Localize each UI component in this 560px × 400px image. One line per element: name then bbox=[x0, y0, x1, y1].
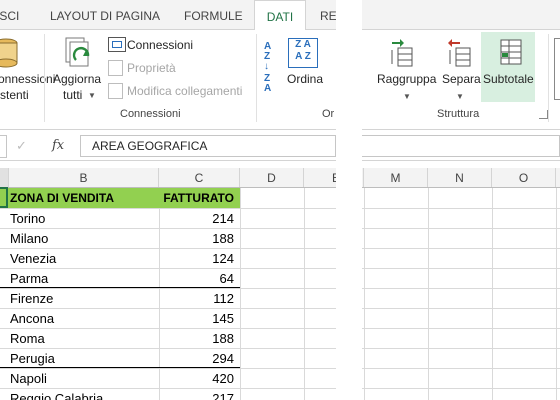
zone-cell[interactable]: Parma bbox=[0, 268, 159, 288]
subtotal-button[interactable]: Subtotale bbox=[483, 72, 534, 86]
group-label-sort: Or bbox=[322, 108, 335, 120]
zone-cell[interactable]: Reggio Calabria bbox=[0, 388, 159, 400]
group-icon[interactable] bbox=[390, 38, 422, 71]
existing-connections-button[interactable] bbox=[0, 36, 22, 71]
column-header-m[interactable]: M bbox=[364, 168, 428, 187]
cut-off-button[interactable] bbox=[554, 38, 560, 100]
refresh-all-icon[interactable] bbox=[62, 36, 94, 71]
formula-input-continuation[interactable] bbox=[362, 135, 560, 157]
revenue-cell[interactable]: 214 bbox=[159, 208, 240, 228]
cancel-icon[interactable]: ✓ bbox=[16, 138, 27, 154]
ribbon-tab-bar bbox=[362, 0, 560, 30]
zone-cell[interactable]: Venezia bbox=[0, 248, 159, 268]
connections-icon bbox=[108, 37, 126, 52]
edit-links-button[interactable]: Modifica collegamenti bbox=[127, 84, 242, 98]
revenue-cell[interactable]: 217 bbox=[159, 388, 240, 400]
tab-formulas[interactable]: FORMULE bbox=[184, 0, 243, 30]
column-header-c[interactable]: C bbox=[159, 168, 240, 187]
sort-button[interactable]: Ordina bbox=[287, 72, 323, 86]
fx-icon[interactable]: fx bbox=[52, 138, 64, 153]
formula-bar: ✓ fx AREA GEOGRAFICA bbox=[0, 131, 336, 161]
ribbon-tab-bar: ISCI LAYOUT DI PAGINA FORMULE DATI REV bbox=[0, 0, 336, 31]
sheet-grid[interactable]: ZONA DI VENDITA FATTURATO Torino 214 Mil… bbox=[0, 187, 336, 400]
tab-review[interactable]: REV bbox=[320, 0, 336, 30]
active-cell-indicator bbox=[0, 187, 8, 208]
ribbon-separator bbox=[548, 34, 549, 122]
right-window-pane: Raggruppa ▼ Separa ▼ Subtotale Struttura… bbox=[362, 0, 560, 400]
zone-cell[interactable]: Roma bbox=[0, 328, 159, 348]
zone-cell[interactable]: Ancona bbox=[0, 308, 159, 328]
sort-dialog-icon[interactable]: Z AA Z bbox=[288, 38, 318, 68]
column-header-e[interactable]: E bbox=[304, 168, 336, 187]
column-header-row: M N O bbox=[362, 168, 560, 188]
edit-links-icon bbox=[108, 83, 123, 99]
revenue-cell[interactable]: 145 bbox=[159, 308, 240, 328]
revenue-cell[interactable]: 420 bbox=[159, 368, 240, 388]
existing-connections-label-2: stenti bbox=[0, 88, 29, 102]
revenue-cell[interactable]: 188 bbox=[159, 328, 240, 348]
formula-input[interactable]: AREA GEOGRAFICA bbox=[80, 135, 336, 157]
tab-page-layout[interactable]: LAYOUT DI PAGINA bbox=[50, 0, 160, 30]
existing-connections-label-1: onnessioni bbox=[0, 72, 56, 86]
tab-data[interactable]: DATI bbox=[254, 0, 306, 31]
revenue-cell[interactable]: 124 bbox=[159, 248, 240, 268]
formula-bar-right bbox=[362, 131, 560, 161]
group-label-outline: Struttura bbox=[437, 108, 480, 120]
ribbon-separator bbox=[256, 34, 257, 122]
refresh-all-label-2[interactable]: tutti bbox=[63, 88, 82, 102]
refresh-all-label-1[interactable]: Aggiorna bbox=[53, 72, 101, 86]
left-window-pane: ISCI LAYOUT DI PAGINA FORMULE DATI REV o… bbox=[0, 0, 336, 400]
name-box[interactable] bbox=[0, 135, 7, 158]
zone-cell[interactable]: Torino bbox=[0, 208, 159, 228]
group-label-connections: Connessioni bbox=[120, 108, 181, 120]
chevron-down-icon[interactable]: ▼ bbox=[456, 92, 464, 101]
zone-cell[interactable]: Firenze bbox=[0, 288, 159, 308]
sort-az-icon[interactable]: A Z ↓ bbox=[264, 42, 271, 72]
ungroup-button[interactable]: Separa bbox=[442, 72, 481, 86]
ribbon-separator bbox=[44, 34, 45, 122]
column-header-b[interactable]: B bbox=[9, 168, 159, 187]
zone-cell[interactable]: Perugia bbox=[0, 348, 159, 368]
ribbon: Raggruppa ▼ Separa ▼ Subtotale Struttura bbox=[362, 30, 560, 130]
properties-button[interactable]: Proprietà bbox=[127, 61, 176, 75]
zone-cell[interactable]: Milano bbox=[0, 228, 159, 248]
chevron-down-icon[interactable]: ▼ bbox=[88, 91, 96, 100]
subtotal-icon[interactable] bbox=[497, 38, 527, 71]
column-header-o[interactable]: O bbox=[492, 168, 556, 187]
header-revenue-cell[interactable]: FATTURATO bbox=[159, 188, 240, 208]
sort-za-icon[interactable]: ZA bbox=[264, 74, 271, 94]
sheet-grid[interactable] bbox=[362, 188, 560, 400]
dialog-launcher-icon[interactable] bbox=[539, 110, 548, 119]
pane-gap bbox=[336, 0, 362, 400]
ribbon: onnessioni stenti Aggiorna tutti ▼ Conne… bbox=[0, 30, 336, 130]
group-button[interactable]: Raggruppa bbox=[377, 72, 436, 86]
connections-button[interactable]: Connessioni bbox=[127, 38, 193, 52]
tab-file[interactable]: ISCI bbox=[0, 0, 19, 30]
column-header-row: B C D E bbox=[0, 168, 336, 188]
column-header-d[interactable]: D bbox=[240, 168, 304, 187]
column-header-a[interactable] bbox=[0, 168, 9, 187]
revenue-cell[interactable]: 112 bbox=[159, 288, 240, 308]
revenue-cell[interactable]: 64 bbox=[159, 268, 240, 288]
zone-cell[interactable]: Napoli bbox=[0, 368, 159, 388]
chevron-down-icon[interactable]: ▼ bbox=[403, 92, 411, 101]
properties-icon bbox=[108, 60, 123, 76]
revenue-cell[interactable]: 294 bbox=[159, 348, 240, 368]
revenue-cell[interactable]: 188 bbox=[159, 228, 240, 248]
header-zone-cell[interactable]: ZONA DI VENDITA bbox=[10, 188, 160, 208]
column-header-n[interactable]: N bbox=[428, 168, 492, 187]
database-icon bbox=[0, 38, 18, 68]
ungroup-icon[interactable] bbox=[448, 38, 480, 71]
